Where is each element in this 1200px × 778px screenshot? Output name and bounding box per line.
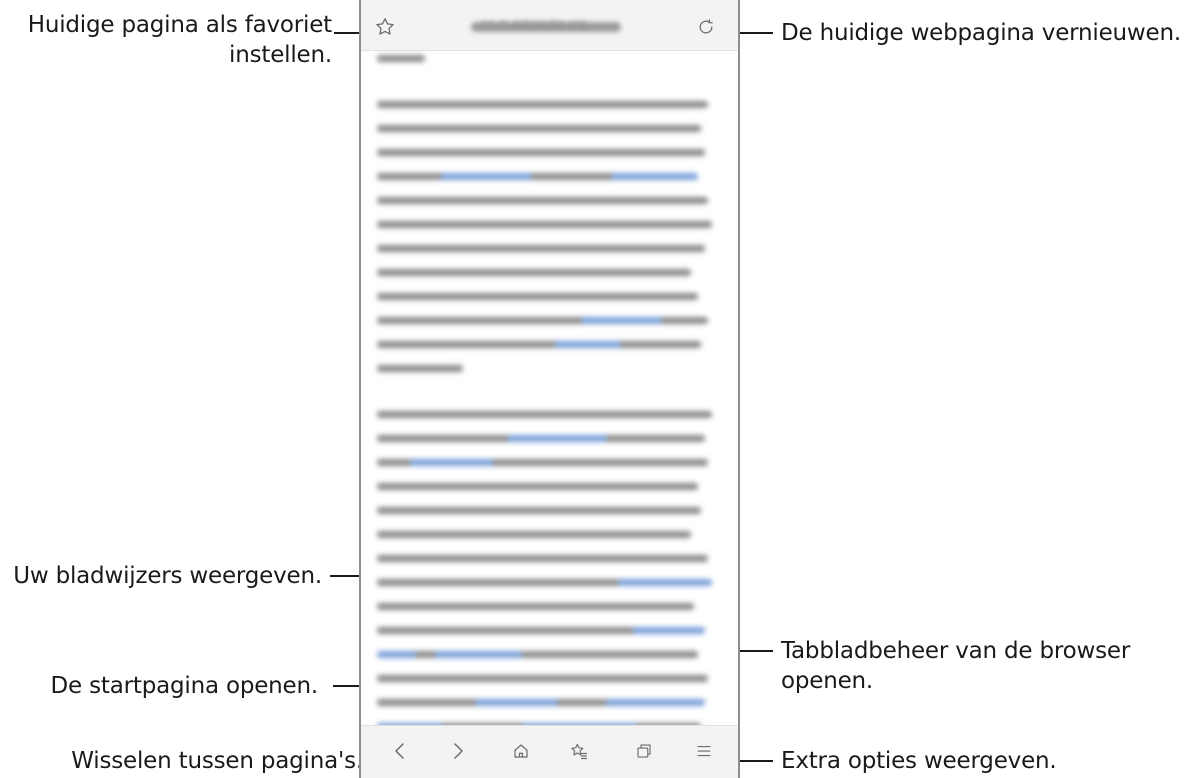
menu-icon[interactable] — [691, 738, 717, 764]
bottom-toolbar — [361, 725, 738, 778]
chevron-left-icon[interactable] — [387, 738, 413, 764]
refresh-icon[interactable] — [694, 15, 718, 39]
star-outline-icon[interactable] — [373, 15, 397, 39]
callout-home: De startpagina openen. — [50, 673, 319, 699]
callout-refresh: De huidige webpagina vernieuwen. — [781, 20, 1181, 46]
url-text: en.m.wikipedia.org — [481, 17, 586, 30]
browser-screen: en.m.wikipedia.org — [359, 0, 740, 778]
callout-tabs: Tabbladbeheer van de browser openen. — [781, 638, 1131, 694]
tabs-icon[interactable] — [631, 738, 657, 764]
callout-bookmarks: Uw bladwijzers weergeven. — [13, 563, 322, 589]
address-bar: en.m.wikipedia.org — [361, 0, 738, 51]
page-content-blurred — [377, 55, 722, 730]
home-icon[interactable] — [508, 738, 534, 764]
callout-switch-pages: Wisselen tussen pagina's. — [71, 748, 363, 774]
callout-favorite: Huidige pagina als favoriet instellen. — [27, 12, 332, 68]
star-list-icon[interactable] — [566, 738, 592, 764]
callout-more-options: Extra opties weergeven. — [781, 748, 1057, 774]
chevron-right-icon[interactable] — [445, 738, 471, 764]
